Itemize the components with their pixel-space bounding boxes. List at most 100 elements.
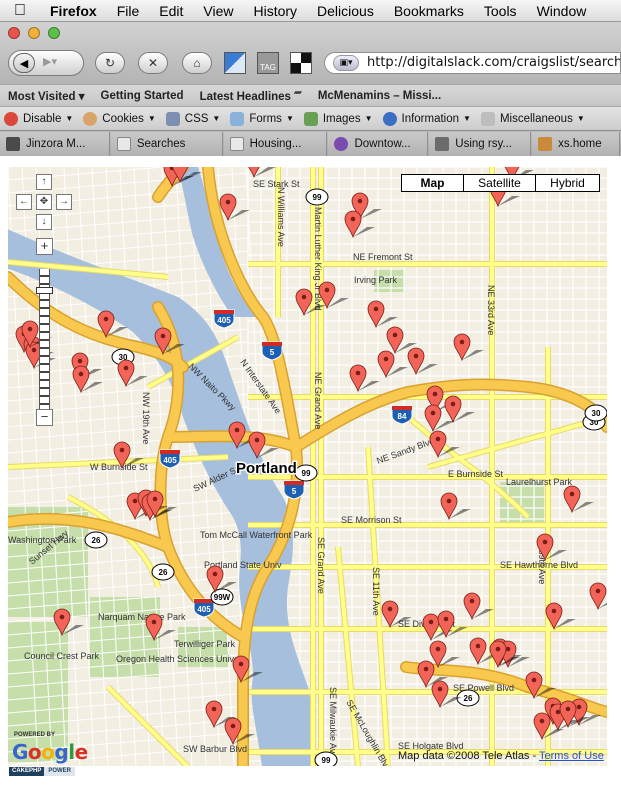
home-button[interactable]: ⌂ <box>182 52 212 74</box>
tab-downtown[interactable]: Downtow... <box>328 132 429 156</box>
zoom-in-button[interactable]: + <box>36 238 53 255</box>
back-arrow-icon: ◀ <box>19 57 29 70</box>
map-type-satellite-button[interactable]: Satellite <box>463 174 536 192</box>
google-letter: e <box>74 740 89 764</box>
bookmark-mcmenamins[interactable]: McMenamins – Missi... <box>310 90 449 102</box>
close-window-button[interactable] <box>8 27 20 39</box>
arrow-up-icon: ↑ <box>41 176 47 187</box>
devbar-label: Disable <box>23 112 62 125</box>
marker-dot <box>531 677 537 683</box>
devbar-images[interactable]: Images ▼ <box>300 111 379 126</box>
stop-button[interactable]: ✕ <box>138 52 168 74</box>
pan-up-button[interactable]: ↑ <box>36 174 52 190</box>
marker-dot <box>387 606 393 612</box>
tab-using-rsync[interactable]: Using rsy... <box>429 132 532 156</box>
interstate-shield-band <box>262 342 282 346</box>
pan-right-button[interactable]: → <box>56 194 72 210</box>
delicious-logo-icon[interactable] <box>290 52 312 74</box>
pan-left-button[interactable]: ← <box>16 194 32 210</box>
marker-dot <box>254 437 260 443</box>
terms-of-use-link[interactable]: Terms of Use <box>539 750 604 762</box>
marker-dot <box>355 370 361 376</box>
tab-xs-home[interactable]: xs.home <box>532 132 620 156</box>
site-identity-icon[interactable]: ▣▾ <box>333 55 359 71</box>
marker-dot <box>435 436 441 442</box>
devbar-cookies[interactable]: Cookies ▼ <box>79 111 161 126</box>
zoom-slider-handle[interactable] <box>36 287 53 294</box>
marker-dot <box>428 619 434 625</box>
devbar-miscellaneous[interactable]: Miscellaneous ▼ <box>477 111 591 126</box>
menu-view[interactable]: View <box>193 3 243 19</box>
delicious-blue-icon[interactable] <box>224 52 246 74</box>
peace-icon <box>334 137 349 151</box>
bookmark-getting-started[interactable]: Getting Started <box>93 90 192 102</box>
url-bar[interactable]: ▣▾ http://digitalslack.com/craigslist/se… <box>324 52 621 74</box>
browser-toolbar: ◀ ▶▾ ↻ ✕ ⌂ TAG ▣▾ http://digitalslack.co… <box>0 22 621 84</box>
street-label: Oregon Health Sciences Univer <box>116 654 242 664</box>
minimize-window-button[interactable] <box>28 27 40 39</box>
menu-tools[interactable]: Tools <box>474 3 527 19</box>
devbar-forms[interactable]: Forms ▼ <box>226 111 300 126</box>
google-logo[interactable]: Google <box>12 740 88 764</box>
map-canvas[interactable]: NE Fremont St Irving Park N Williams Ave NE… <box>8 167 607 766</box>
tag-button[interactable]: TAG <box>257 52 279 74</box>
marker-dot <box>435 646 441 652</box>
reload-icon: ↻ <box>104 56 116 70</box>
menu-delicious[interactable]: Delicious <box>307 3 384 19</box>
bookmark-most-visited[interactable]: Most Visited ▾ <box>0 89 93 103</box>
marker-dot <box>569 491 575 497</box>
menu-window[interactable]: Window <box>527 3 597 19</box>
bookmarks-toolbar: Most Visited ▾ Getting Started Latest He… <box>0 84 621 106</box>
apple-icon[interactable]:  <box>0 2 40 20</box>
xs-home-icon <box>538 137 553 151</box>
marker-dot <box>132 498 138 504</box>
arrow-left-icon: ← <box>19 196 29 207</box>
forward-button[interactable]: ▶▾ <box>43 55 57 68</box>
page-icon <box>229 137 244 151</box>
zoom-out-button[interactable]: − <box>36 409 53 426</box>
devbar-label: CSS <box>184 112 209 125</box>
reload-button[interactable]: ↻ <box>95 52 125 74</box>
gear-icon <box>435 137 450 151</box>
miscellaneous-icon <box>480 111 495 126</box>
devbar-information[interactable]: Information ▼ <box>379 111 477 126</box>
map-type-hybrid-button[interactable]: Hybrid <box>535 174 600 192</box>
google-letter: g <box>54 740 69 764</box>
pan-reset-button[interactable]: ✥ <box>36 194 52 210</box>
bookmark-latest-headlines[interactable]: Latest Headlines ⁗ <box>192 89 310 103</box>
back-button[interactable]: ◀ <box>13 53 35 73</box>
jinzora-gear-icon <box>6 137 20 151</box>
marker-dot <box>542 539 548 545</box>
cakephp-badge-right: POWER <box>44 767 76 776</box>
marker-dot <box>495 646 501 652</box>
arrow-down-icon: ↓ <box>41 216 47 227</box>
tab-jinzora[interactable]: Jinzora M... <box>0 132 110 156</box>
marker-dot <box>413 353 419 359</box>
marker-dot <box>595 588 601 594</box>
shield-number: 99 <box>322 756 331 765</box>
pan-down-button[interactable]: ↓ <box>36 214 52 230</box>
tab-label: Jinzora M... <box>26 138 86 150</box>
devbar-css[interactable]: CSS ▼ <box>162 111 227 126</box>
street-label: SE Morrison St <box>341 515 402 525</box>
tab-searches[interactable]: Searches <box>110 132 223 156</box>
map-type-map-button[interactable]: Map <box>401 174 464 192</box>
disable-icon <box>4 111 18 126</box>
interstate-shield-band <box>194 599 214 603</box>
tab-housing[interactable]: Housing... <box>223 132 328 156</box>
menu-bookmarks[interactable]: Bookmarks <box>384 3 474 19</box>
zoom-window-button[interactable] <box>48 27 60 39</box>
devbar-label: Cookies <box>102 112 144 125</box>
menu-edit[interactable]: Edit <box>149 3 193 19</box>
devbar-disable[interactable]: Disable ▼ <box>0 111 79 126</box>
menu-file[interactable]: File <box>107 3 150 19</box>
menu-history[interactable]: History <box>243 3 307 19</box>
marker-dot <box>437 686 443 692</box>
marker-dot <box>103 316 109 322</box>
stop-icon: ✕ <box>147 56 159 70</box>
street-label: Tom McCall Waterfront Park <box>200 530 313 540</box>
google-map[interactable]: NE Fremont St Irving Park N Williams Ave NE… <box>8 167 607 766</box>
menu-app-firefox[interactable]: Firefox <box>40 3 107 19</box>
google-letter: o <box>27 740 42 764</box>
cakephp-power-badge[interactable]: CAKEPHP POWER <box>9 767 76 776</box>
